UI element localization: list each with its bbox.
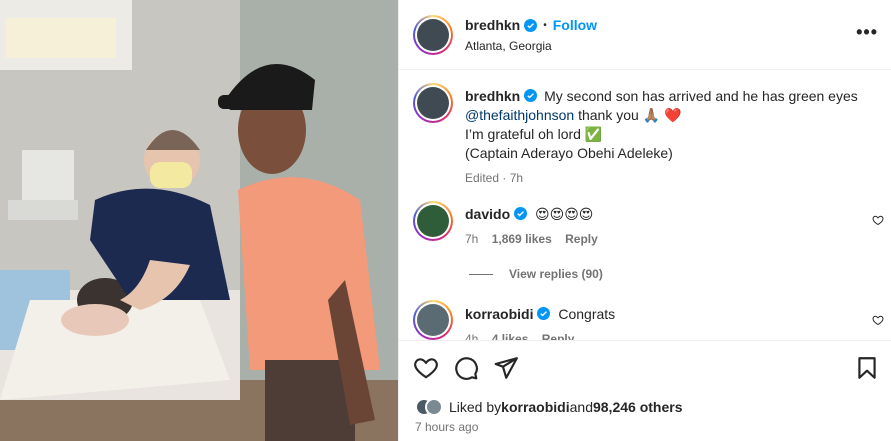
- verified-badge-icon: [524, 18, 538, 32]
- verified-badge-icon: [514, 207, 528, 220]
- caption-avatar[interactable]: [413, 83, 453, 123]
- view-replies-button[interactable]: View replies (90): [469, 267, 603, 281]
- caption-line-4: (Captain Aderayo Obehi Adeleke): [465, 145, 673, 161]
- comment-text: 😍😍😍😍: [535, 206, 594, 222]
- caption-username[interactable]: bredhkn: [465, 88, 520, 104]
- caption-mention[interactable]: @thefaithjohnson: [465, 107, 574, 123]
- follow-button[interactable]: Follow: [553, 17, 597, 33]
- comment-time: 7h: [465, 232, 479, 246]
- hospital-photo: [0, 0, 398, 441]
- comment-icon[interactable]: [453, 355, 479, 381]
- comment-likes[interactable]: 1,869 likes: [492, 232, 552, 246]
- heart-icon[interactable]: [413, 355, 439, 381]
- liked-by: Liked by korraobidi and 98,246 others: [415, 398, 682, 416]
- verified-badge-icon: [524, 89, 538, 102]
- liked-by-prefix: Liked by: [449, 399, 502, 415]
- post-photo[interactable]: [0, 0, 398, 441]
- comment-like-icon[interactable]: [872, 214, 884, 226]
- comment-avatar[interactable]: [413, 300, 453, 340]
- likes-count[interactable]: 98,246 others: [593, 399, 683, 415]
- post-header: bredhkn • Follow Atlanta, Georgia •••: [399, 0, 891, 70]
- more-horizontal-icon[interactable]: •••: [856, 22, 878, 43]
- comment-text: Congrats: [558, 306, 616, 322]
- caption-line-3: I’m grateful oh lord ✅: [465, 126, 603, 142]
- verified-badge-icon: [537, 307, 551, 320]
- comment-likes[interactable]: 4 likes: [492, 332, 529, 340]
- post-side-panel: bredhkn • Follow Atlanta, Georgia ••• br…: [398, 0, 891, 441]
- comment-username[interactable]: korraobidi: [465, 306, 533, 322]
- post-actions: Liked by korraobidi and 98,246 others 7 …: [399, 340, 891, 441]
- view-replies-label: View replies (90): [509, 267, 603, 281]
- post-location[interactable]: Atlanta, Georgia: [465, 39, 552, 53]
- comment-like-icon[interactable]: [872, 314, 884, 326]
- caption-line-2: thank you 🙏🏽 ❤️: [574, 107, 682, 123]
- author-avatar[interactable]: [413, 15, 453, 55]
- liked-by-user[interactable]: korraobidi: [501, 399, 569, 415]
- comments-section: bredhkn My second son has arrived and he…: [399, 71, 891, 340]
- reply-button[interactable]: Reply: [565, 232, 598, 246]
- comment-time: 4h: [465, 332, 479, 340]
- bookmark-icon[interactable]: [854, 355, 880, 381]
- comment-username[interactable]: davido: [465, 206, 510, 222]
- comment-item: davido 😍😍😍😍 7h 1,869 likes Reply: [465, 205, 845, 246]
- post-timestamp[interactable]: 7 hours ago: [415, 420, 478, 434]
- reply-button[interactable]: Reply: [542, 332, 575, 340]
- instagram-post: bredhkn • Follow Atlanta, Georgia ••• br…: [0, 0, 891, 441]
- caption-line-1: My second son has arrived and he has gre…: [544, 88, 858, 104]
- author-username[interactable]: bredhkn: [465, 17, 520, 33]
- comment-item: korraobidi Congrats 4h 4 likes Reply: [465, 305, 845, 340]
- liked-by-and: and: [569, 399, 593, 415]
- separator: •: [543, 19, 547, 31]
- send-icon[interactable]: [493, 355, 519, 381]
- caption-edited: Edited · 7h: [465, 171, 524, 185]
- caption: bredhkn My second son has arrived and he…: [465, 87, 875, 185]
- liker-avatar[interactable]: [425, 398, 443, 416]
- comment-avatar[interactable]: [413, 201, 453, 241]
- replies-divider: [469, 273, 493, 275]
